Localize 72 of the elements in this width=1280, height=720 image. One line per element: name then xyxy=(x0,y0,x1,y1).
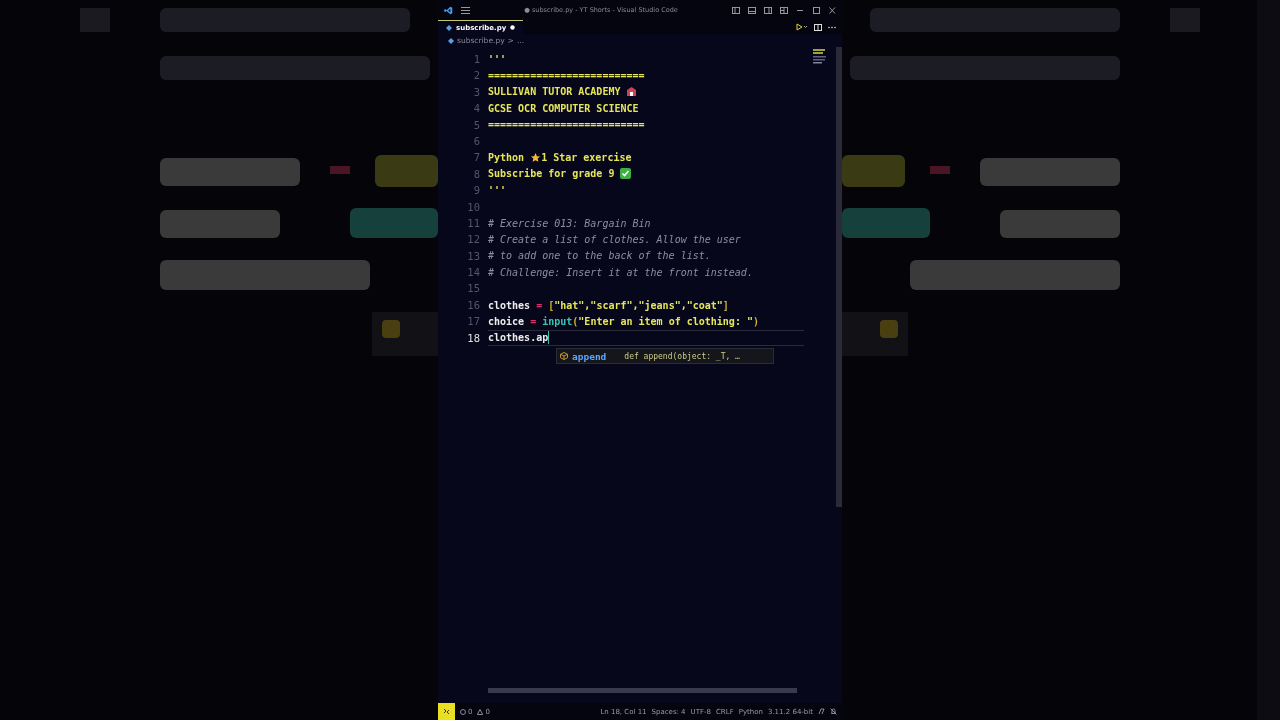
suggestion-label: append xyxy=(572,350,607,362)
line-number: 16 xyxy=(466,297,480,313)
line-number: 17 xyxy=(466,314,480,330)
line-number: 9 xyxy=(472,183,480,199)
star-icon xyxy=(530,152,542,164)
code-comment: # Create a list of clothes. Allow the user xyxy=(488,234,741,245)
check-icon xyxy=(620,168,632,180)
scrollbar[interactable] xyxy=(836,47,842,507)
code-token: ( xyxy=(572,315,579,327)
method-icon xyxy=(560,352,568,361)
split-editor-icon[interactable] xyxy=(814,23,822,31)
line-number: 6 xyxy=(472,133,480,149)
line-number: 18 xyxy=(466,330,480,346)
line-number: 11 xyxy=(466,215,480,231)
code-token: clothes xyxy=(488,299,532,311)
code-token: clothes.ap xyxy=(488,332,549,344)
code-token: ] xyxy=(722,299,729,311)
code-token: ''' xyxy=(488,184,507,196)
bell-off-icon[interactable] xyxy=(830,708,837,715)
code-token: GCSE OCR COMPUTER SCIENCE xyxy=(488,102,639,114)
code-comment: # Exercise 013: Bargain Bin xyxy=(488,217,651,229)
unsaved-dot-icon xyxy=(510,25,516,30)
code-token: "Enter an item of clothing: " xyxy=(578,315,753,327)
code-token: choice xyxy=(488,315,526,327)
code-comment: # Challenge: Insert it at the front instead. xyxy=(488,266,753,278)
line-number: 3 xyxy=(472,84,480,100)
code-token: SULLIVAN TUTOR ACADEMY xyxy=(488,86,622,98)
line-number: 13 xyxy=(466,248,480,264)
text-cursor xyxy=(548,331,550,345)
line-number: 2 xyxy=(472,68,480,84)
code-token: input xyxy=(541,315,573,327)
line-number: 14 xyxy=(466,265,480,281)
close-icon[interactable] xyxy=(828,6,836,14)
remote-icon xyxy=(443,708,450,715)
line-number: 12 xyxy=(466,232,480,248)
code-token: ========================== xyxy=(488,119,645,131)
menu-icon[interactable] xyxy=(461,6,470,14)
suggestion-detail: def append(object: _T, … xyxy=(624,351,740,361)
line-number: 8 xyxy=(472,166,480,182)
code-token: "hat","scarf","jeans","coat" xyxy=(554,299,723,311)
code-token: Python xyxy=(488,152,526,164)
layout-icon[interactable] xyxy=(748,6,756,14)
layout-icon[interactable] xyxy=(764,6,772,14)
line-number: 4 xyxy=(472,101,480,117)
layout-icon[interactable] xyxy=(780,6,788,14)
suggestion-item[interactable]: append def append(object: _T, … xyxy=(556,348,774,365)
code-token: 1 Star exercise xyxy=(541,152,632,164)
scrollbar[interactable] xyxy=(488,688,797,693)
layout-icon[interactable] xyxy=(732,6,740,14)
error-icon xyxy=(460,708,466,715)
code-token: ''' xyxy=(488,53,507,65)
app-logo-icon xyxy=(444,5,453,15)
warning-icon xyxy=(477,708,484,715)
code-comment: # to add one to the back of the list. xyxy=(488,250,711,262)
run-icon[interactable] xyxy=(796,23,808,31)
minimap-drawing xyxy=(813,49,826,64)
feedback-icon[interactable] xyxy=(818,708,825,715)
code-token: Subscribe for grade 9 xyxy=(488,168,616,180)
maximize-icon[interactable] xyxy=(812,6,820,14)
line-number: 15 xyxy=(466,281,480,297)
remote-button[interactable] xyxy=(438,703,455,720)
school-icon xyxy=(626,86,638,98)
line-number: 1 xyxy=(472,52,480,67)
line-number: 5 xyxy=(472,117,480,133)
more-icon[interactable] xyxy=(828,25,836,29)
line-number: 10 xyxy=(466,199,480,215)
code-token: [ xyxy=(547,299,555,311)
code-token: = xyxy=(536,299,543,311)
code-token: = xyxy=(530,315,537,327)
code-token: ========================== xyxy=(488,70,645,82)
code-token: ) xyxy=(752,315,759,327)
line-number: 7 xyxy=(472,150,480,166)
